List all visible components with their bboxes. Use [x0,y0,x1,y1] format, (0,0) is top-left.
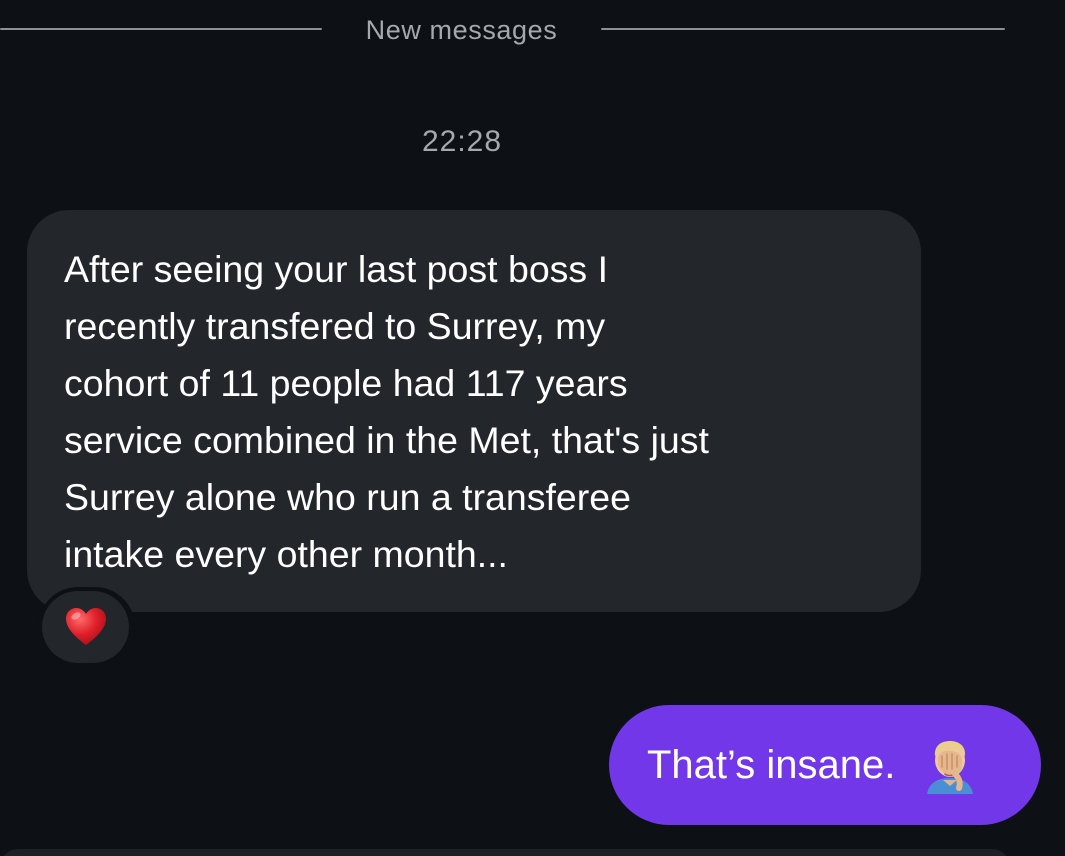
incoming-message-bubble[interactable]: After seeing your last post boss I recen… [27,210,921,612]
incoming-message-text: After seeing your last post boss I recen… [64,241,901,583]
new-messages-label: New messages [365,15,558,45]
incoming-message-line: service combined in the Met, that's just [64,419,709,461]
incoming-message-line: cohort of 11 people had 117 years [64,362,628,404]
reaction-pill [42,591,129,663]
red-heart-icon [65,608,106,645]
incoming-message-line: After seeing your last post boss I [64,248,609,290]
divider-line-left [0,28,322,30]
divider-line-right [601,28,1005,30]
new-messages-divider: New messages [0,10,1005,50]
composer-bar-edge [0,849,1010,856]
incoming-message-line: recently transfered to Surrey, my [64,305,606,347]
incoming-message-line: intake every other month... [64,533,508,575]
face-palm-icon [927,741,974,794]
incoming-message-line: Surrey alone who run a transferee [64,476,631,518]
outgoing-message-bubble[interactable]: That’s insane. [609,705,1041,825]
outgoing-message-text: That’s insane. [647,743,896,787]
chat-screen: New messages 22:28 After seeing your las… [0,0,1065,856]
message-timestamp: 22:28 [421,125,503,158]
message-reaction[interactable] [38,587,135,667]
